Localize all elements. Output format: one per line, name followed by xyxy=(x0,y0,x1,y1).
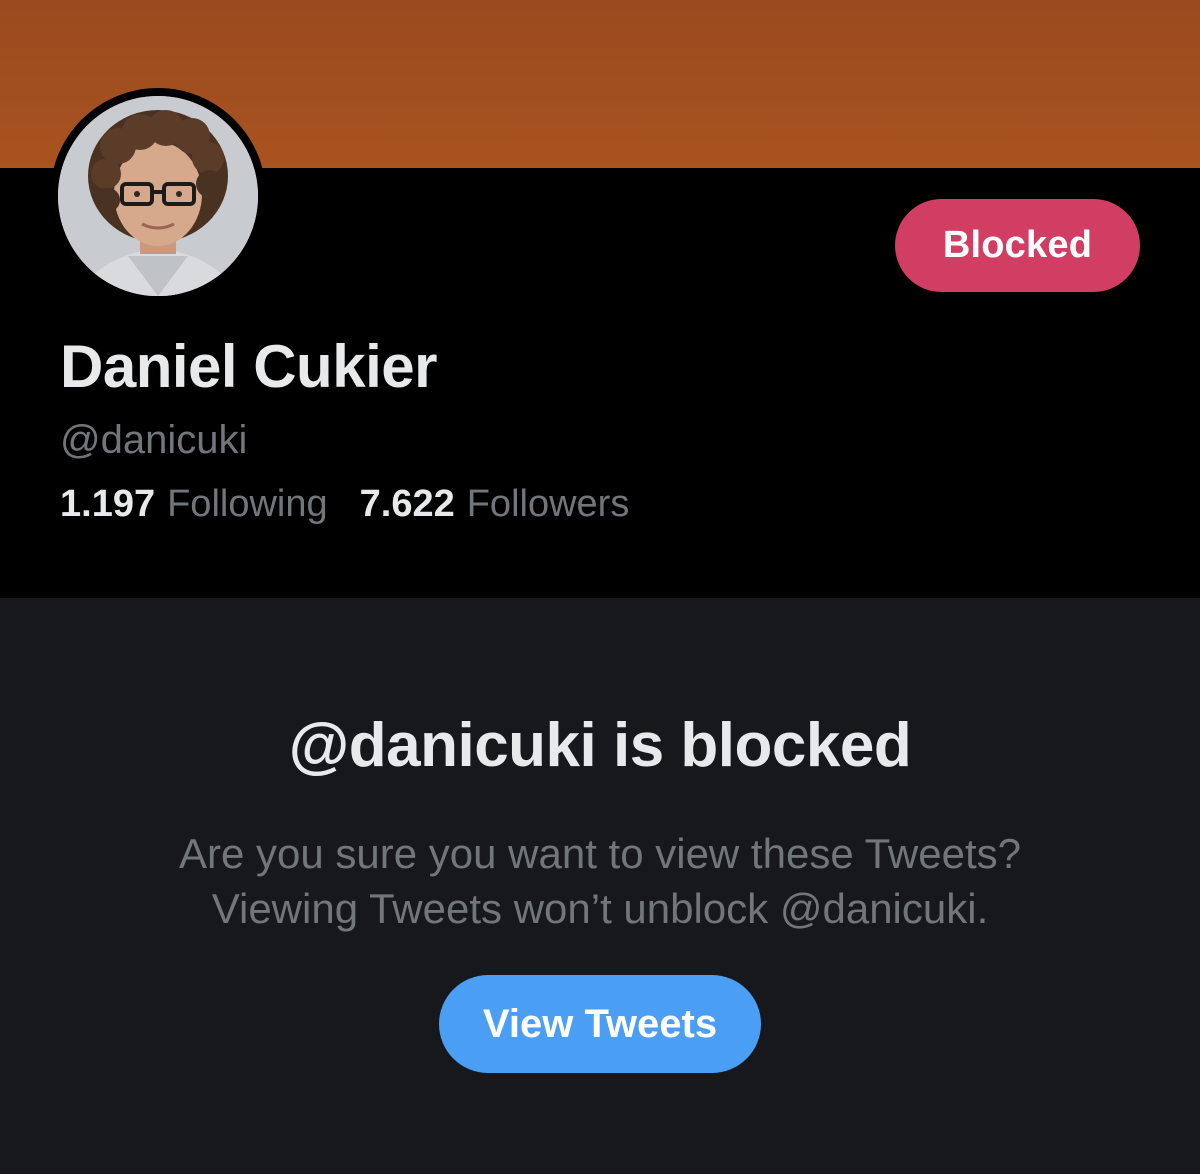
display-name: Daniel Cukier xyxy=(60,333,437,400)
blocked-description-line-2: Viewing Tweets won’t unblock @danicuki. xyxy=(211,885,989,932)
handle: @danicuki xyxy=(60,418,248,462)
blocked-button[interactable]: Blocked xyxy=(895,199,1140,292)
following-link[interactable]: 1.197 Following xyxy=(60,483,328,526)
blocked-title: @danicuki is blocked xyxy=(288,711,912,780)
blocked-description: Are you sure you want to view these Twee… xyxy=(0,826,1200,936)
blocked-description-line-1: Are you sure you want to view these Twee… xyxy=(178,830,1021,877)
follow-stats: 1.197 Following 7.622 Followers xyxy=(60,483,629,526)
view-tweets-button[interactable]: View Tweets xyxy=(439,975,761,1073)
avatar-portrait-icon xyxy=(58,96,258,296)
avatar[interactable] xyxy=(50,88,266,304)
followers-count: 7.622 xyxy=(359,483,455,525)
followers-link[interactable]: 7.622 Followers xyxy=(360,483,630,526)
followers-label: Followers xyxy=(466,483,630,525)
following-count: 1.197 xyxy=(60,483,156,525)
following-label: Following xyxy=(167,483,328,525)
avatar-photo xyxy=(58,96,258,296)
profile-page: Blocked Daniel Cukier @danicuki 1.197 Fo… xyxy=(0,0,1200,1174)
